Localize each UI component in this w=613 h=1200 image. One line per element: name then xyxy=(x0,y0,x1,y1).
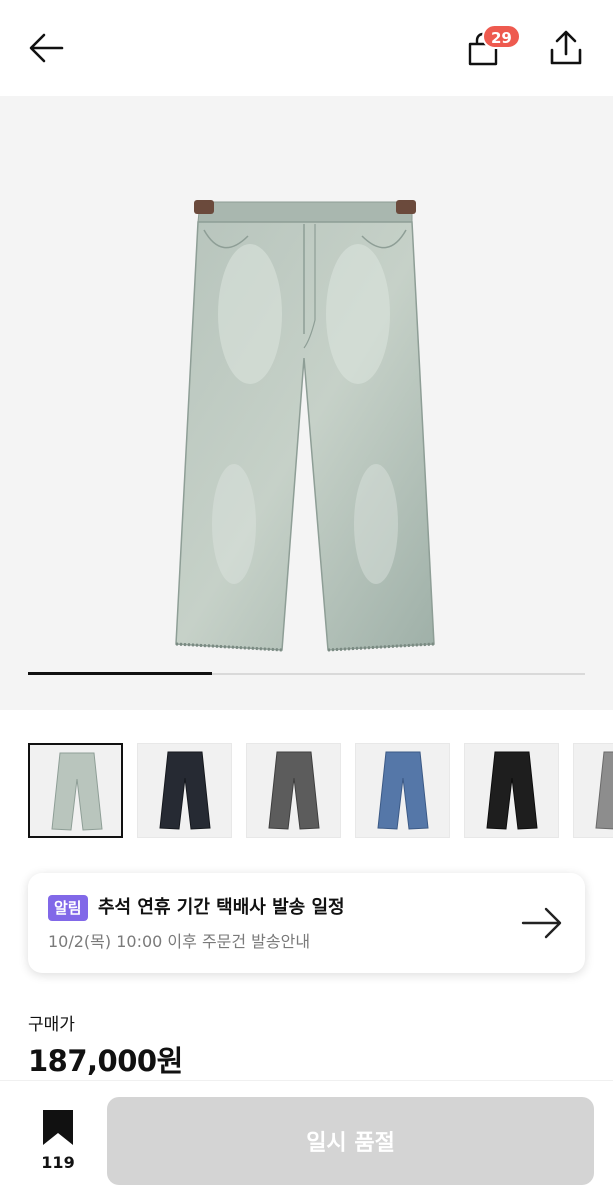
thumbnail-jeans-image xyxy=(377,751,429,830)
bookmark-button[interactable]: 119 xyxy=(28,1107,88,1179)
product-image-carousel[interactable] xyxy=(0,96,613,710)
image-progress-fill xyxy=(28,672,212,675)
thumbnail-light-wash[interactable] xyxy=(28,743,123,838)
arrow-right-icon xyxy=(521,907,562,939)
back-button[interactable] xyxy=(24,28,68,68)
thumbnail-blue[interactable] xyxy=(355,743,450,838)
product-main-image xyxy=(175,200,435,652)
thumbnail-jeans-image xyxy=(486,751,538,830)
thumbnail-black-navy[interactable] xyxy=(137,743,232,838)
price-value: 187,000원 xyxy=(28,1044,183,1078)
thumbnail-jeans-image xyxy=(595,751,613,830)
notice-title: 추석 연휴 기간 택배사 발송 일정 xyxy=(98,897,345,918)
notice-subtitle: 10/2(목) 10:00 이후 주문건 발송안내 xyxy=(48,932,311,951)
thumbnail-jeans-image xyxy=(159,751,211,830)
bookmark-count: 119 xyxy=(41,1153,75,1172)
thumbnail-jeans-image xyxy=(268,751,320,830)
bottom-action-bar: 119 일시 품절 xyxy=(0,1080,613,1200)
price-label: 구매가 xyxy=(28,1015,75,1035)
thumbnail-black[interactable] xyxy=(464,743,559,838)
shipping-notice-card[interactable]: 알림 추석 연휴 기간 택배사 발송 일정 10/2(목) 10:00 이후 주… xyxy=(28,873,585,973)
share-button[interactable] xyxy=(544,26,588,70)
share-upload-icon xyxy=(550,30,582,65)
thumbnail-strip[interactable] xyxy=(28,743,613,839)
arrow-left-icon xyxy=(29,33,64,63)
top-app-bar: 29 xyxy=(0,0,613,96)
thumbnail-charcoal[interactable] xyxy=(246,743,341,838)
thumbnail-grey[interactable] xyxy=(573,743,613,838)
soldout-button[interactable]: 일시 품절 xyxy=(107,1097,594,1185)
cart-button[interactable]: 29 xyxy=(462,24,521,72)
thumbnail-jeans-image xyxy=(51,752,103,831)
cart-count-badge: 29 xyxy=(482,24,521,49)
bookmark-icon xyxy=(43,1110,73,1145)
image-progress-bar xyxy=(28,672,585,675)
notice-badge: 알림 xyxy=(48,895,88,921)
